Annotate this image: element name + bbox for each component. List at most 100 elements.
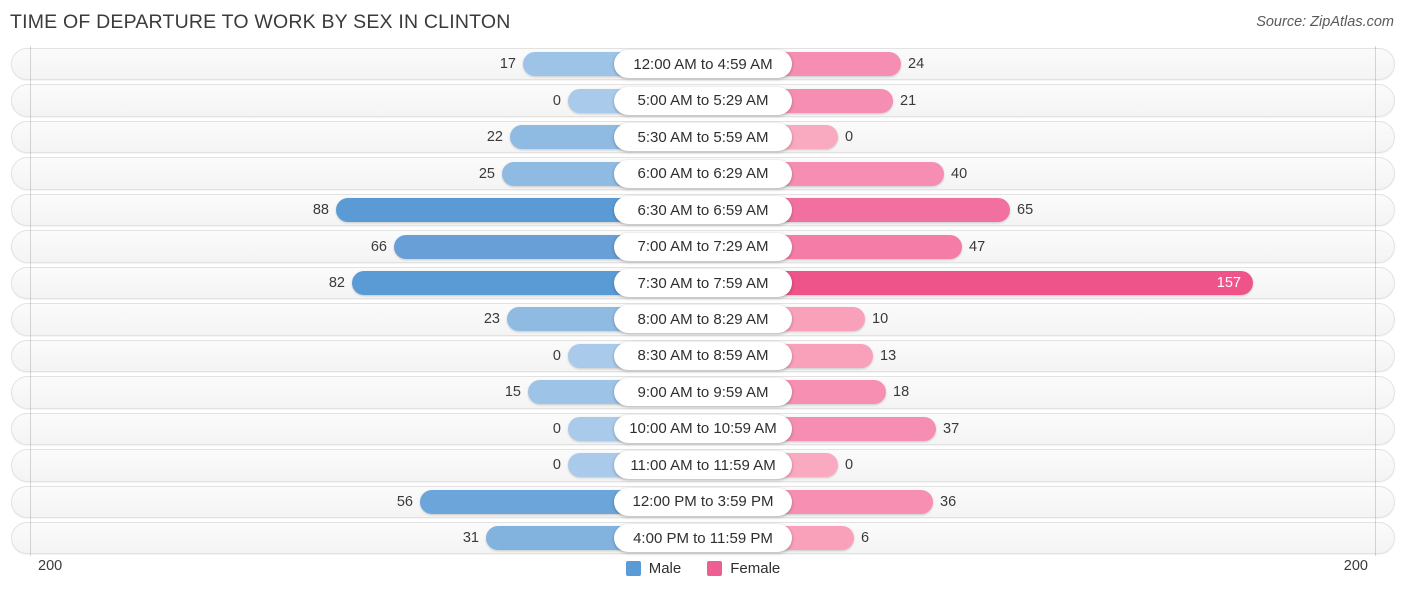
female-bar[interactable] xyxy=(776,198,1010,223)
female-half: 24 xyxy=(776,52,1377,77)
female-value-label: 40 xyxy=(951,165,968,182)
chart-row[interactable]: 66 7:00 AM to 7:29 AM 47 xyxy=(0,228,1406,265)
female-bar[interactable] xyxy=(776,380,886,405)
male-bar[interactable] xyxy=(502,161,630,186)
male-bar[interactable] xyxy=(507,307,630,332)
legend-label: Female xyxy=(730,560,781,577)
row-content: 15 9:00 AM to 9:59 AM 18 xyxy=(0,374,1406,410)
female-value-label: 0 xyxy=(845,457,854,474)
female-half: 65 xyxy=(776,198,1377,223)
male-value-label: 23 xyxy=(483,311,500,328)
female-half: 40 xyxy=(776,161,1377,186)
chart-row[interactable]: 82 7:30 AM to 7:59 AM 157 xyxy=(0,264,1406,302)
legend-item[interactable]: Female xyxy=(707,560,780,577)
male-bar[interactable] xyxy=(394,234,630,259)
female-bar[interactable] xyxy=(776,161,944,186)
male-value-label: 82 xyxy=(328,275,345,291)
chart-row[interactable]: 23 8:00 AM to 8:29 AM 10 xyxy=(0,301,1406,338)
chart-row[interactable]: 15 9:00 AM to 9:59 AM 18 xyxy=(0,374,1406,411)
female-value-label: 37 xyxy=(943,420,960,437)
category-label: 4:00 PM to 11:59 PM xyxy=(614,524,792,553)
male-bar[interactable] xyxy=(420,489,630,514)
category-label: 7:30 AM to 7:59 AM xyxy=(614,269,792,297)
female-half: 18 xyxy=(776,380,1377,405)
male-value-label: 88 xyxy=(312,202,329,219)
female-half: 21 xyxy=(776,88,1377,113)
female-value-label: 13 xyxy=(880,347,897,364)
square-swatch-icon xyxy=(707,561,723,576)
male-half: 0 xyxy=(29,453,630,478)
male-half: 82 xyxy=(29,271,630,295)
category-label: 9:00 AM to 9:59 AM xyxy=(614,378,792,407)
male-value-label: 66 xyxy=(370,238,387,255)
row-content: 82 7:30 AM to 7:59 AM 157 xyxy=(0,265,1406,301)
row-content: 0 10:00 AM to 10:59 AM 37 xyxy=(0,411,1406,447)
male-value-label: 31 xyxy=(462,530,479,547)
chart-row[interactable]: 88 6:30 AM to 6:59 AM 65 xyxy=(0,191,1406,229)
chart-row[interactable]: 0 8:30 AM to 8:59 AM 13 xyxy=(0,337,1406,375)
row-content: 0 5:00 AM to 5:29 AM 21 xyxy=(0,82,1406,118)
category-label: 7:00 AM to 7:29 AM xyxy=(614,232,792,261)
male-value-label: 22 xyxy=(486,129,503,146)
row-content: 88 6:30 AM to 6:59 AM 65 xyxy=(0,192,1406,228)
row-content: 66 7:00 AM to 7:29 AM 47 xyxy=(0,228,1406,264)
male-half: 25 xyxy=(29,161,630,186)
source-attribution: Source: ZipAtlas.com xyxy=(1256,14,1394,30)
female-bar[interactable] xyxy=(776,416,936,441)
row-content: 23 8:00 AM to 8:29 AM 10 xyxy=(0,301,1406,337)
female-value-label: 10 xyxy=(872,311,889,328)
male-bar[interactable] xyxy=(510,125,630,150)
female-value-label: 36 xyxy=(940,493,957,510)
chart-row[interactable]: 0 10:00 AM to 10:59 AM 37 xyxy=(0,410,1406,448)
male-bar[interactable] xyxy=(486,526,630,551)
female-bar[interactable]: 157 xyxy=(776,271,1253,295)
female-half: 0 xyxy=(776,453,1377,478)
male-value-label: 17 xyxy=(499,56,516,73)
female-bar[interactable] xyxy=(776,489,933,514)
male-value-label: 0 xyxy=(552,420,561,437)
female-half: 0 xyxy=(776,125,1377,150)
chart-row[interactable]: 0 5:00 AM to 5:29 AM 21 xyxy=(0,82,1406,119)
male-half: 0 xyxy=(29,88,630,113)
female-bar[interactable] xyxy=(776,88,893,113)
female-bar[interactable] xyxy=(776,234,962,259)
category-label: 11:00 AM to 11:59 AM xyxy=(614,451,792,480)
chart-footer: 200 200 Male Female xyxy=(0,552,1406,595)
male-half: 88 xyxy=(29,198,630,223)
row-content: 25 6:00 AM to 6:29 AM 40 xyxy=(0,155,1406,191)
female-value-label: 18 xyxy=(893,384,910,401)
male-half: 66 xyxy=(29,234,630,259)
category-label: 8:30 AM to 8:59 AM xyxy=(614,341,792,370)
male-bar[interactable] xyxy=(352,271,630,295)
legend-label: Male xyxy=(648,560,682,577)
chart-row[interactable]: 17 12:00 AM to 4:59 AM 24 xyxy=(0,46,1406,83)
row-content: 0 11:00 AM to 11:59 AM 0 xyxy=(0,447,1406,483)
female-half: 10 xyxy=(776,307,1377,332)
male-half: 0 xyxy=(29,343,630,368)
male-bar[interactable] xyxy=(336,198,630,223)
chart-page: TIME OF DEPARTURE TO WORK BY SEX IN CLIN… xyxy=(0,0,1406,595)
legend-item[interactable]: Male xyxy=(625,560,682,577)
male-half: 0 xyxy=(29,416,630,441)
female-value-label: 65 xyxy=(1017,202,1034,219)
category-label: 5:00 AM to 5:29 AM xyxy=(614,86,792,115)
square-swatch-icon xyxy=(625,561,641,576)
female-value-label: 6 xyxy=(861,530,870,547)
chart-row[interactable]: 25 6:00 AM to 6:29 AM 40 xyxy=(0,155,1406,192)
category-label: 12:00 PM to 3:59 PM xyxy=(614,487,792,516)
chart-header: TIME OF DEPARTURE TO WORK BY SEX IN CLIN… xyxy=(0,0,1406,44)
row-content: 22 5:30 AM to 5:59 AM 0 xyxy=(0,119,1406,155)
male-value-label: 15 xyxy=(504,384,521,401)
category-label: 6:30 AM to 6:59 AM xyxy=(614,196,792,225)
chart-row[interactable]: 56 12:00 PM to 3:59 PM 36 xyxy=(0,483,1406,520)
female-half: 157 xyxy=(776,271,1377,295)
chart-row[interactable]: 22 5:30 AM to 5:59 AM 0 xyxy=(0,118,1406,156)
male-half: 31 xyxy=(29,526,630,551)
female-value-label: 0 xyxy=(845,129,854,146)
female-value-label: 157 xyxy=(1216,275,1241,291)
row-content: 0 8:30 AM to 8:59 AM 13 xyxy=(0,338,1406,374)
female-bar[interactable] xyxy=(776,52,901,77)
chart-row[interactable]: 0 11:00 AM to 11:59 AM 0 xyxy=(0,447,1406,484)
female-half: 37 xyxy=(776,416,1377,441)
male-value-label: 56 xyxy=(396,493,413,510)
